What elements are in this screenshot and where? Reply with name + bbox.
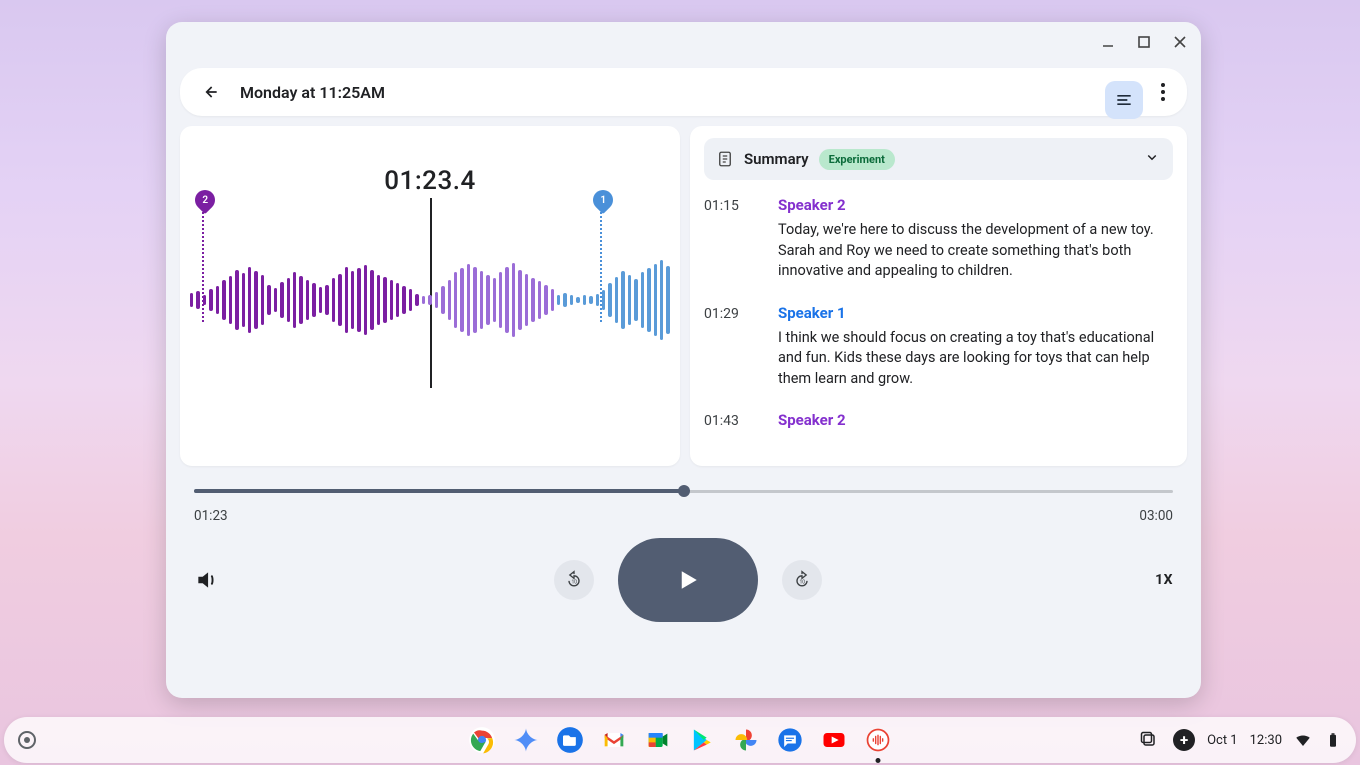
player-controls: 01:23 03:00 10 10 1X [166,466,1201,632]
transcript-list: 01:15 Speaker 2 Today, we're here to discu… [704,196,1173,454]
window-close-button[interactable] [1171,33,1189,51]
chevron-down-icon [1143,148,1161,170]
system-status-area[interactable]: + Oct 1 12:30 [1137,728,1342,752]
gemini-app-icon[interactable] [511,725,541,755]
transcript-timestamp: 01:43 [704,411,750,435]
summary-icon [716,150,734,168]
waveform-panel[interactable]: 01:23.4 2 1 [180,126,680,466]
window-maximize-button[interactable] [1135,33,1153,51]
shelf-time: 12:30 [1250,733,1282,748]
transcript-timestamp: 01:15 [704,196,750,282]
transcript-text: I think we should focus on creating a to… [778,328,1173,390]
summary-label: Summary [744,150,809,168]
seek-track[interactable] [194,484,1173,498]
recorder-app-icon[interactable] [863,725,893,755]
shelf-apps [467,725,893,755]
volume-button[interactable] [194,567,220,593]
transcript-speaker: Speaker 1 [778,304,1173,322]
app-header: Monday at 11:25AM [180,68,1187,116]
battery-icon [1324,731,1342,749]
forward-10-button[interactable]: 10 [782,560,822,600]
playback-speed-button[interactable]: 1X [1155,572,1173,588]
transcript-text: Today, we're here to discuss the develop… [778,220,1173,282]
play-button[interactable] [618,538,758,622]
waveform-bars [190,230,670,370]
messages-app-icon[interactable] [775,725,805,755]
window-minimize-button[interactable] [1099,33,1117,51]
transcript-timestamp: 01:29 [704,304,750,390]
play-store-app-icon[interactable] [687,725,717,755]
elapsed-time: 01:23 [194,508,228,524]
phone-hub-button[interactable]: + [1173,729,1195,751]
summary-toggle-row[interactable]: Summary Experiment [704,138,1173,180]
photos-app-icon[interactable] [731,725,761,755]
rewind-10-button[interactable]: 10 [554,560,594,600]
svg-text:10: 10 [571,579,577,585]
transcript-panel: Summary Experiment 01:15 Speaker 2 Today, … [690,126,1187,466]
playhead-timecode: 01:23.4 [384,166,475,196]
transcript-toggle-button[interactable] [1105,81,1143,119]
gmail-app-icon[interactable] [599,725,629,755]
experiment-chip: Experiment [819,149,895,170]
chromeos-shelf: + Oct 1 12:30 [4,717,1356,763]
launcher-button[interactable] [18,731,36,749]
transcript-speaker: Speaker 2 [778,411,1173,429]
wifi-icon [1294,731,1312,749]
window-titlebar [166,22,1201,62]
tote-button[interactable] [1137,728,1161,752]
total-time: 03:00 [1139,508,1173,524]
transcript-entry[interactable]: 01:43 Speaker 2 [704,411,1173,435]
transcript-entry[interactable]: 01:29 Speaker 1 I think we should focus on… [704,304,1173,390]
transcript-speaker: Speaker 2 [778,196,1173,214]
chrome-app-icon[interactable] [467,725,497,755]
svg-text:10: 10 [799,579,805,585]
back-button[interactable] [198,80,222,104]
youtube-app-icon[interactable] [819,725,849,755]
files-app-icon[interactable] [555,725,585,755]
meet-app-icon[interactable] [643,725,673,755]
recording-title: Monday at 11:25AM [240,83,1105,102]
shelf-date: Oct 1 [1207,733,1238,748]
more-options-button[interactable] [1149,65,1177,119]
app-window: Monday at 11:25AM 01:23.4 2 1 Summary Ex… [166,22,1201,698]
transcript-entry[interactable]: 01:15 Speaker 2 Today, we're here to discu… [704,196,1173,282]
